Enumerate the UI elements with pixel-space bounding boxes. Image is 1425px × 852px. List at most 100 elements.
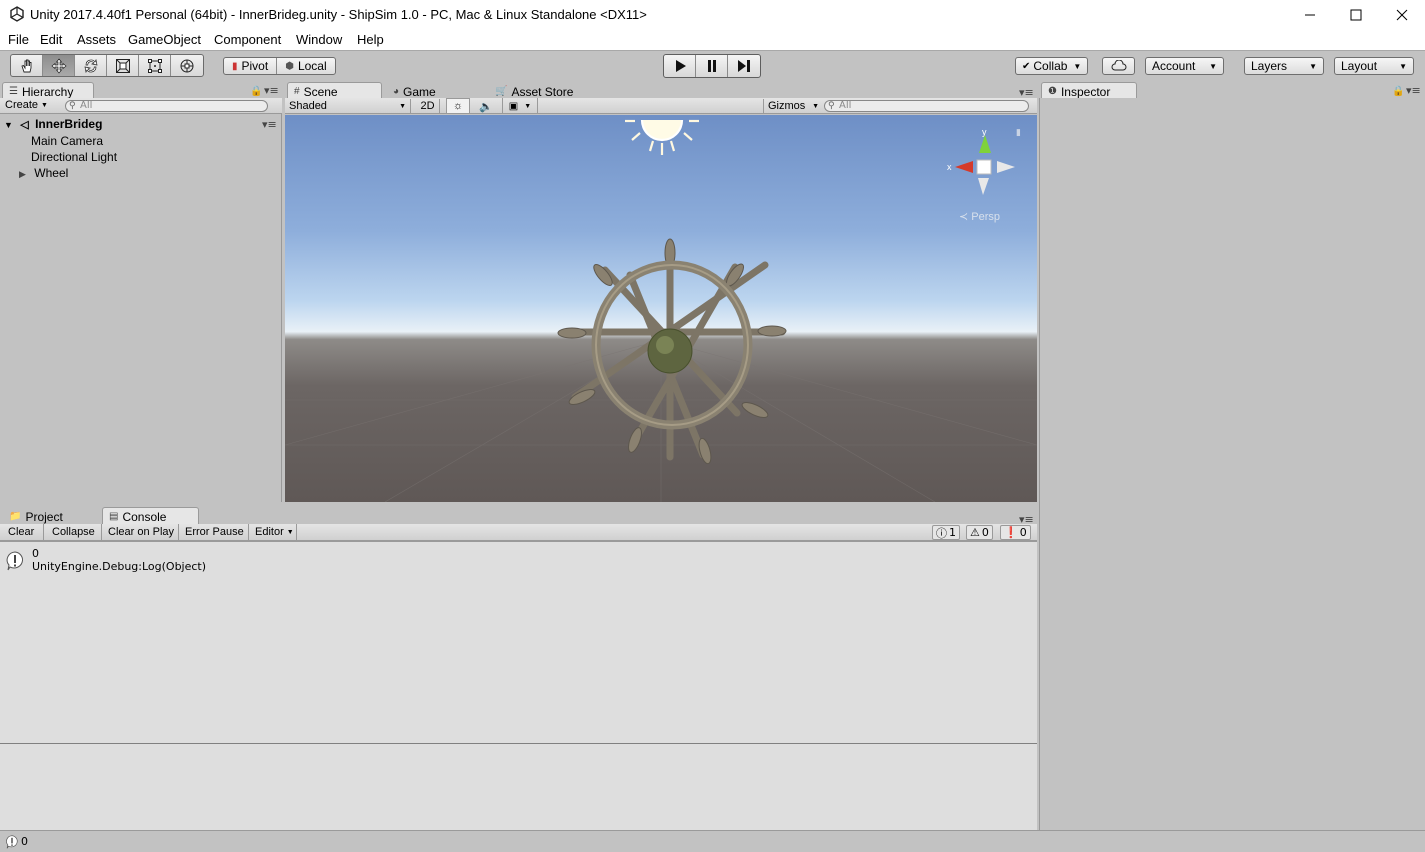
toggle-2d-button[interactable]: 2D bbox=[416, 99, 440, 113]
console-entry-message: 0 bbox=[32, 547, 39, 560]
editor-dropdown[interactable]: Editor ▼ bbox=[251, 524, 297, 540]
title-bar: Unity 2017.4.40f1 Personal (64bit) - Inn… bbox=[0, 0, 1425, 30]
menu-component[interactable]: Component bbox=[214, 32, 281, 47]
directional-light-sun-icon bbox=[625, 119, 699, 155]
warning-icon: ⚠ bbox=[970, 526, 980, 539]
play-button[interactable] bbox=[664, 55, 696, 77]
editor-label: Editor bbox=[255, 526, 284, 538]
rect-tool-button[interactable] bbox=[139, 55, 171, 76]
scene-lighting-toggle[interactable]: ☼ bbox=[446, 98, 470, 114]
shading-mode-dropdown[interactable]: Shaded ▼ bbox=[289, 99, 411, 113]
minimize-button[interactable] bbox=[1287, 0, 1333, 30]
sun-icon: ☼ bbox=[452, 100, 464, 112]
hierarchy-search-input[interactable]: ⚲ All bbox=[65, 100, 268, 112]
expand-arrow-icon: ▼ bbox=[4, 120, 13, 130]
scene-audio-toggle[interactable]: 🔈 bbox=[475, 98, 497, 114]
status-message[interactable]: 0 bbox=[21, 835, 28, 848]
lock-icon[interactable]: 🔒 bbox=[250, 86, 262, 97]
hierarchy-item-wheel[interactable]: ▶ Wheel bbox=[19, 166, 68, 180]
unity-logo-icon bbox=[10, 6, 24, 22]
menu-window[interactable]: Window bbox=[296, 32, 342, 47]
panel-menu-icon[interactable]: ▾≡ bbox=[264, 84, 279, 97]
projection-label[interactable]: ≺ Persp bbox=[959, 210, 1000, 223]
move-tool-button[interactable] bbox=[43, 55, 75, 76]
info-bubble-icon bbox=[6, 551, 23, 571]
search-icon: ⚲ bbox=[828, 101, 835, 111]
console-entry-stack: UnityEngine.Debug:Log(Object) bbox=[32, 560, 207, 573]
layout-dropdown[interactable]: Layout ▼ bbox=[1334, 57, 1414, 75]
error-count-toggle[interactable]: ❗ 0 bbox=[1000, 525, 1031, 540]
create-label: Create bbox=[5, 99, 39, 111]
pivot-local-toggle: ▮ Pivot ⬢ Local bbox=[223, 57, 336, 75]
local-label: Local bbox=[297, 59, 327, 73]
minimize-icon bbox=[1305, 14, 1315, 16]
panel-menu-icon[interactable]: ▾≡ bbox=[1406, 84, 1421, 97]
console-detail-pane bbox=[0, 743, 1037, 831]
collab-dropdown[interactable]: ✔ Collab ▼ bbox=[1015, 57, 1089, 75]
cloud-button[interactable] bbox=[1102, 57, 1135, 75]
rotate-tool-button[interactable] bbox=[75, 55, 107, 76]
local-button[interactable]: ⬢ Local bbox=[277, 58, 334, 74]
transform-tool-button[interactable] bbox=[171, 55, 203, 76]
chevron-down-icon: ▼ bbox=[1209, 61, 1217, 71]
menu-edit[interactable]: Edit bbox=[40, 32, 62, 47]
scene-subbar: Shaded ▼ 2D ☼ 🔈 ▣ ▼ Gizmos ▼ ⚲ All bbox=[285, 98, 1037, 114]
orientation-gizmo[interactable]: y x bbox=[947, 127, 1015, 195]
scene-viewport[interactable]: y x ▮ ≺ Persp bbox=[285, 115, 1037, 502]
error-icon: ❗ bbox=[1004, 526, 1018, 539]
scene-root-row[interactable]: ▼ ◁ InnerBrideg bbox=[4, 117, 102, 131]
scene-effects-dropdown[interactable]: ▣ ▼ bbox=[502, 98, 538, 114]
shading-mode-label: Shaded bbox=[289, 100, 327, 112]
warning-count-toggle[interactable]: ⚠ 0 bbox=[966, 525, 993, 540]
menu-assets[interactable]: Assets bbox=[77, 32, 116, 47]
log-count-toggle[interactable]: ⓘ 1 bbox=[932, 525, 960, 540]
account-dropdown[interactable]: Account ▼ bbox=[1145, 57, 1224, 75]
tab-console-label: Console bbox=[122, 509, 167, 524]
pivot-button[interactable]: ▮ Pivot bbox=[224, 58, 278, 74]
create-dropdown[interactable]: Create ▼ bbox=[5, 99, 48, 111]
error-pause-button[interactable]: Error Pause bbox=[181, 524, 249, 540]
play-icon bbox=[675, 60, 686, 72]
clear-button[interactable]: Clear bbox=[4, 524, 44, 540]
error-count: 0 bbox=[1019, 526, 1027, 539]
menu-file[interactable]: File bbox=[8, 32, 29, 47]
tab-project-label: Project bbox=[25, 509, 63, 524]
hierarchy-item-label: Wheel bbox=[34, 166, 69, 180]
pause-button[interactable] bbox=[696, 55, 728, 77]
console-entry[interactable]: 0 UnityEngine.Debug:Log(Object) bbox=[0, 544, 1037, 574]
tab-console[interactable]: ▤ Console bbox=[102, 507, 199, 525]
menu-gameobject[interactable]: GameObject bbox=[128, 32, 201, 47]
menu-help[interactable]: Help bbox=[357, 32, 384, 47]
gizmos-label: Gizmos bbox=[768, 100, 806, 112]
scene-search-input[interactable]: ⚲ All bbox=[824, 100, 1029, 112]
tab-project[interactable]: 📁 Project bbox=[2, 507, 98, 525]
hierarchy-item[interactable]: Main Camera bbox=[31, 134, 103, 148]
lock-icon[interactable]: 🔒 bbox=[1392, 86, 1404, 97]
layers-dropdown[interactable]: Layers ▼ bbox=[1244, 57, 1324, 75]
combined-transform-icon bbox=[180, 59, 194, 72]
layout-label: Layout bbox=[1341, 59, 1378, 73]
hierarchy-item[interactable]: Directional Light bbox=[31, 150, 117, 164]
maximize-button[interactable] bbox=[1333, 0, 1379, 30]
scale-tool-button[interactable] bbox=[107, 55, 139, 76]
speaker-icon: 🔈 bbox=[479, 100, 493, 113]
hierarchy-panel: Create ▼ ⚲ All ▼ ◁ InnerBrideg ▾≡ Main C… bbox=[0, 98, 282, 502]
clear-on-play-button[interactable]: Clear on Play bbox=[104, 524, 179, 540]
tab-scene-label: Scene bbox=[303, 84, 338, 99]
gizmo-x-label: x bbox=[947, 162, 952, 172]
info-bubble-icon: ⓘ bbox=[936, 526, 947, 540]
chevron-down-icon: ▼ bbox=[399, 102, 406, 110]
gizmo-lock-icon[interactable]: ▮ bbox=[1016, 128, 1021, 138]
account-label: Account bbox=[1152, 59, 1196, 73]
scene-panel: Shaded ▼ 2D ☼ 🔈 ▣ ▼ Gizmos ▼ ⚲ All y x ▮… bbox=[285, 98, 1037, 502]
status-bar: 0 bbox=[0, 830, 1425, 852]
pivot-icon: ▮ bbox=[232, 60, 238, 72]
collapse-button[interactable]: Collapse bbox=[48, 524, 102, 540]
gizmos-dropdown[interactable]: Gizmos ▼ bbox=[763, 99, 819, 113]
list-icon: ☰ bbox=[9, 86, 18, 97]
hand-tool-button[interactable] bbox=[11, 55, 43, 76]
close-button[interactable] bbox=[1379, 0, 1425, 30]
scene-menu-icon[interactable]: ▾≡ bbox=[262, 118, 277, 131]
console-panel: Clear Collapse Clear on Play Error Pause… bbox=[0, 524, 1037, 831]
step-button[interactable] bbox=[728, 55, 760, 77]
